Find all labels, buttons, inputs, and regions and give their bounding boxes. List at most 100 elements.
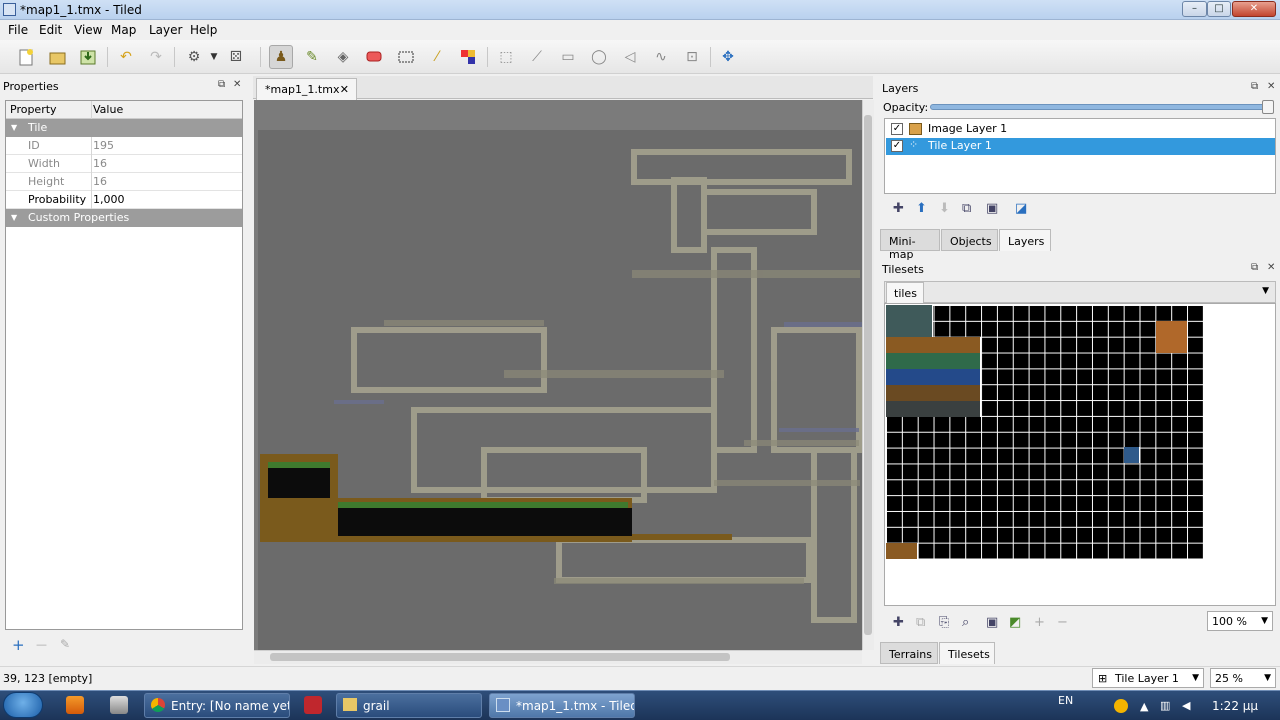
- add-tiles-icon[interactable]: +: [1034, 615, 1045, 630]
- tab-objects[interactable]: Objects: [941, 229, 998, 251]
- tileset-tab[interactable]: tiles: [886, 282, 924, 303]
- tileset-properties-icon[interactable]: ⌕: [962, 615, 969, 630]
- close-tab-icon[interactable]: ✕: [340, 83, 349, 96]
- menu-help[interactable]: Help: [190, 23, 217, 37]
- embed-tileset-icon[interactable]: ⧉: [916, 615, 925, 630]
- magic-wand-icon[interactable]: ⁄: [425, 45, 449, 69]
- map-tiles[interactable]: [254, 130, 862, 650]
- tile-swatch[interactable]: [1124, 447, 1140, 463]
- raise-layer-icon[interactable]: ⬆: [916, 201, 927, 216]
- tileset-zoom-select[interactable]: 100 % ▼: [1207, 611, 1273, 631]
- close-icon[interactable]: ✕: [1267, 262, 1275, 273]
- taskbar-window-tiled[interactable]: *map1_1.tmx - Tiled: [489, 693, 635, 718]
- clock[interactable]: 1:22 μμ: [1212, 699, 1258, 713]
- insert-ellipse-icon[interactable]: ◯: [587, 45, 611, 69]
- tileset-menu-arrow-icon[interactable]: ▼: [1262, 286, 1269, 296]
- new-tileset-icon[interactable]: ✚: [893, 615, 904, 630]
- taskbar-window-folder[interactable]: grail: [336, 693, 482, 718]
- delete-layer-icon[interactable]: ▣: [986, 201, 998, 216]
- tile-swatch[interactable]: [886, 543, 918, 559]
- tray-app-icon[interactable]: [1114, 699, 1128, 713]
- chevron-down-icon[interactable]: ▼: [1261, 616, 1268, 626]
- app-icon[interactable]: [304, 696, 322, 714]
- tile-swatch[interactable]: [886, 385, 981, 401]
- layer-item-selected[interactable]: ✓ ⁘ Tile Layer 1: [886, 138, 1275, 155]
- chevron-down-icon[interactable]: ▼: [1192, 673, 1199, 683]
- group-custom-properties[interactable]: ▼ Custom Properties: [6, 209, 242, 227]
- maximize-button[interactable]: □: [1207, 1, 1231, 17]
- delete-tileset-icon[interactable]: ▣: [986, 615, 998, 630]
- tile-swatch[interactable]: [886, 305, 933, 337]
- random-mode-icon[interactable]: ⚄: [224, 45, 248, 69]
- start-button[interactable]: [3, 692, 43, 718]
- tileset-grid[interactable]: [886, 305, 1203, 559]
- undo-icon[interactable]: ↶: [114, 45, 138, 69]
- tile-swatch[interactable]: [886, 337, 981, 353]
- terrain-brush-icon[interactable]: ✎: [300, 45, 324, 69]
- float-icon[interactable]: ⧉: [218, 79, 225, 90]
- opacity-slider[interactable]: [930, 104, 1270, 110]
- tab-tilesets[interactable]: Tilesets: [939, 642, 995, 664]
- edit-polygons-icon[interactable]: ⟋: [525, 45, 549, 69]
- menu-edit[interactable]: Edit: [39, 23, 62, 37]
- stamp-brush-icon[interactable]: ♟: [269, 45, 293, 69]
- menu-layer[interactable]: Layer: [149, 23, 182, 37]
- tab-terrains[interactable]: Terrains: [880, 642, 938, 664]
- tile-swatch[interactable]: [886, 369, 981, 385]
- network-icon[interactable]: ▥: [1160, 699, 1170, 712]
- menu-map[interactable]: Map: [111, 23, 136, 37]
- tab-minimap[interactable]: Mini-map: [880, 229, 940, 261]
- commands-dropdown-icon[interactable]: ▼: [202, 45, 226, 69]
- tab-layers[interactable]: Layers: [999, 229, 1051, 251]
- chevron-down-icon[interactable]: ▼: [1264, 673, 1271, 683]
- insert-rectangle-icon[interactable]: ▭: [556, 45, 580, 69]
- quicklaunch-icon[interactable]: [110, 696, 128, 714]
- group-tile[interactable]: ▼ Tile: [6, 119, 242, 137]
- minimize-button[interactable]: –: [1182, 1, 1207, 17]
- save-icon[interactable]: [76, 45, 100, 69]
- map-zoom-select[interactable]: 25 % ▼: [1210, 668, 1276, 688]
- lower-layer-icon[interactable]: ⬇: [939, 201, 950, 216]
- property-value[interactable]: 1,000: [93, 191, 125, 208]
- new-file-icon[interactable]: [14, 45, 38, 69]
- collapse-arrow-icon[interactable]: ▼: [11, 119, 17, 136]
- insert-polygon-icon[interactable]: ◁: [618, 45, 642, 69]
- property-row[interactable]: Width 16: [6, 155, 242, 173]
- show-hide-layers-icon[interactable]: ◪: [1015, 201, 1027, 216]
- vlc-icon[interactable]: [66, 696, 84, 714]
- float-icon[interactable]: ⧉: [1251, 81, 1258, 92]
- tile-swatch[interactable]: [886, 401, 981, 417]
- horizontal-scroll-thumb[interactable]: [270, 653, 730, 661]
- duplicate-layer-icon[interactable]: ⧉: [962, 201, 971, 216]
- close-icon[interactable]: ✕: [1267, 81, 1275, 92]
- document-tab[interactable]: *map1_1.tmx ✕: [256, 78, 357, 100]
- layer-visibility-checkbox[interactable]: ✓: [891, 140, 903, 152]
- insert-tile-icon[interactable]: ⊡: [680, 45, 704, 69]
- tile-swatch[interactable]: [886, 353, 981, 369]
- bucket-fill-icon[interactable]: ◈: [331, 45, 355, 69]
- remove-property-icon[interactable]: —: [36, 638, 47, 651]
- move-icon[interactable]: ✥: [716, 45, 740, 69]
- vertical-scroll-thumb[interactable]: [864, 115, 872, 635]
- close-button[interactable]: ✕: [1232, 1, 1276, 17]
- open-file-icon[interactable]: [45, 45, 69, 69]
- tile-swatch[interactable]: [1156, 321, 1188, 353]
- export-tileset-icon[interactable]: ⎘: [939, 615, 949, 630]
- rect-select-icon[interactable]: [394, 45, 418, 69]
- edit-terrain-icon[interactable]: ◩: [1009, 615, 1021, 630]
- volume-icon[interactable]: ◀: [1182, 699, 1190, 712]
- tray-expand-icon[interactable]: ▲: [1140, 700, 1148, 713]
- menu-file[interactable]: File: [8, 23, 28, 37]
- property-row[interactable]: ID 195: [6, 137, 242, 155]
- insert-polyline-icon[interactable]: ∿: [649, 45, 673, 69]
- select-objects-icon[interactable]: ⬚: [494, 45, 518, 69]
- remove-tiles-icon[interactable]: −: [1057, 615, 1068, 630]
- close-icon[interactable]: ✕: [233, 79, 241, 90]
- current-layer-select[interactable]: ⊞ Tile Layer 1 ▼: [1092, 668, 1204, 688]
- property-row[interactable]: Height 16: [6, 173, 242, 191]
- opacity-slider-handle[interactable]: [1262, 100, 1274, 114]
- select-same-tile-icon[interactable]: [456, 45, 480, 69]
- edit-property-icon[interactable]: ✎: [60, 637, 70, 651]
- layer-visibility-checkbox[interactable]: ✓: [891, 123, 903, 135]
- new-layer-icon[interactable]: ✚: [893, 201, 904, 216]
